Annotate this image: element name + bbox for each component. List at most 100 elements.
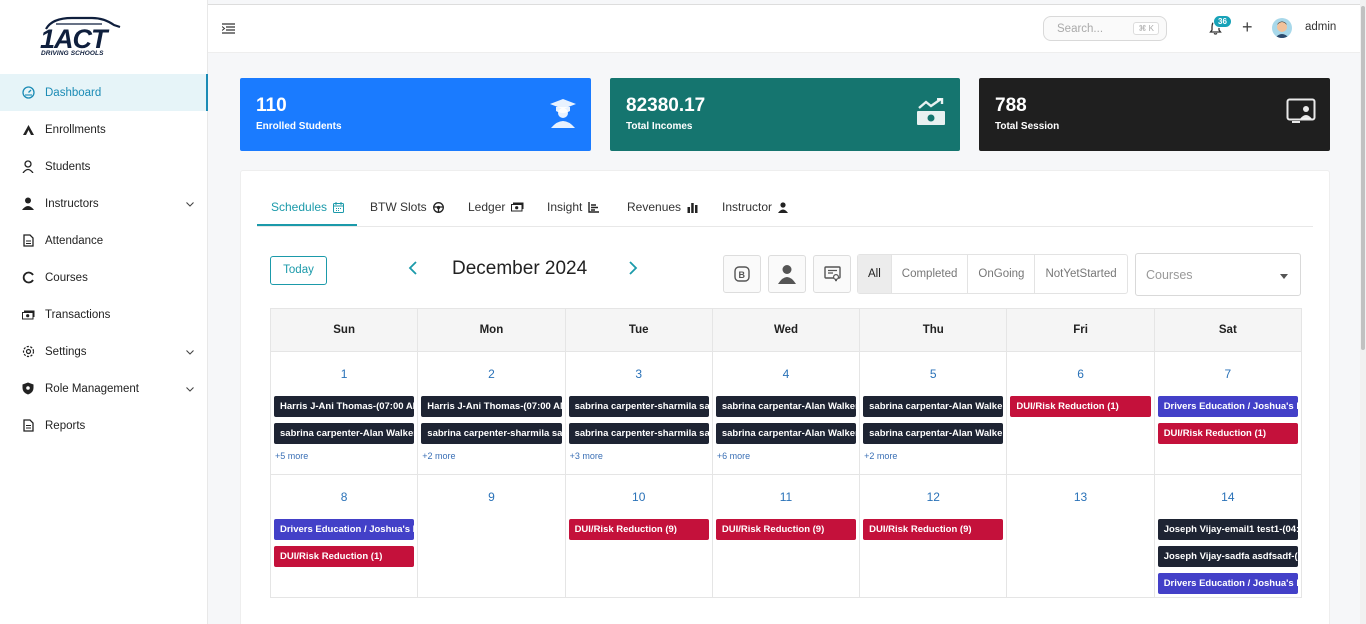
day-number[interactable]: 10 [566, 490, 712, 504]
calendar-day-cell[interactable]: 9 [418, 475, 566, 597]
calendar-event[interactable]: DUI/Risk Reduction (9) [568, 519, 709, 540]
calendar-event[interactable]: sabrina carpentar-Alan Walker- [863, 396, 1004, 417]
tab-ledger[interactable]: Ledger [468, 200, 524, 214]
calendar-event[interactable]: Drivers Education / Joshua's Law [274, 519, 415, 540]
sidebar-item-dashboard[interactable]: Dashboard [0, 74, 208, 111]
calendar-day-cell[interactable]: 7 Drivers Education / Joshua's Law DUI/Ris… [1155, 352, 1302, 474]
sidebar-item-settings[interactable]: Settings [0, 333, 208, 370]
avatar[interactable] [1272, 18, 1292, 38]
calendar-day-cell[interactable]: 14 Joseph Vijay-email1 test1-(04:00 Joseph… [1155, 475, 1302, 597]
tab-bar: Schedules BTW Slots Ledger Insight Reven… [257, 189, 1313, 227]
calendar-event[interactable]: sabrina carpenter-Alan Walker- [274, 423, 415, 444]
instructor-view-button[interactable] [768, 255, 806, 293]
calendar-event[interactable]: DUI/Risk Reduction (1) [1010, 396, 1151, 417]
stat-card-total-incomes: 82380.17 Total Incomes [610, 78, 960, 151]
logo[interactable]: 1ACT DRIVING SCHOOLS [36, 14, 124, 60]
calendar-day-cell[interactable]: 11 DUI/Risk Reduction (9) [713, 475, 861, 597]
calendar-day-cell[interactable]: 2 Harris J-Ani Thomas-(07:00 AM sabrina ca… [418, 352, 566, 474]
sidebar-item-courses[interactable]: Courses [0, 259, 208, 296]
day-number[interactable]: 2 [418, 367, 564, 381]
sidebar-item-students[interactable]: Students [0, 148, 208, 185]
btw-view-button[interactable]: B [723, 255, 761, 293]
calendar-event[interactable]: Harris J-Ani Thomas-(07:00 AM [274, 396, 415, 417]
day-number[interactable]: 4 [713, 367, 859, 381]
day-number[interactable]: 5 [860, 367, 1006, 381]
more-events-link[interactable]: +2 more [864, 451, 897, 461]
tab-schedules[interactable]: Schedules [271, 200, 345, 214]
calendar-event[interactable]: sabrina carpentar-Alan Walker- [863, 423, 1004, 444]
sidebar-item-attendance[interactable]: Attendance [0, 222, 208, 259]
calendar-day-cell[interactable]: 4 sabrina carpentar-Alan Walker-sabrina c… [713, 352, 861, 474]
filter-ongoing[interactable]: OnGoing [968, 255, 1036, 293]
calendar-day-cell[interactable]: 12 DUI/Risk Reduction (9) [860, 475, 1008, 597]
calendar-event[interactable]: sabrina carpenter-sharmila sath [568, 396, 709, 417]
sidebar-item-instructors[interactable]: Instructors [0, 185, 208, 222]
day-number[interactable]: 1 [271, 367, 417, 381]
sidebar-item-label: Transactions [45, 308, 111, 321]
tab-insight[interactable]: Insight [547, 200, 600, 214]
calendar-event[interactable]: Drivers Education / Joshua's Law [1157, 573, 1298, 594]
filter-completed[interactable]: Completed [892, 255, 969, 293]
tab-btw-slots[interactable]: BTW Slots [370, 200, 444, 214]
day-number[interactable]: 14 [1155, 490, 1301, 504]
calendar-event[interactable]: DUI/Risk Reduction (1) [1157, 423, 1298, 444]
sidebar-item-role-management[interactable]: Role Management [0, 370, 208, 407]
calendar-event[interactable]: Drivers Education / Joshua's Law [1157, 396, 1298, 417]
calendar-event[interactable]: sabrina carpentar-Alan Walker- [715, 396, 857, 417]
certificate-view-button[interactable] [813, 255, 851, 293]
page-scrollbar[interactable] [1360, 0, 1366, 624]
calendar-day-cell[interactable]: 3 sabrina carpenter-sharmila sath sabrina … [566, 352, 713, 474]
sidebar-item-label: Settings [45, 345, 87, 358]
menu-toggle-icon[interactable] [222, 23, 235, 34]
user-name[interactable]: admin [1305, 21, 1336, 33]
calendar-event[interactable]: sabrina carpentar-Alan Walker- [715, 423, 857, 444]
sidebar-item-transactions[interactable]: Transactions [0, 296, 208, 333]
calendar-event[interactable]: DUI/Risk Reduction (9) [715, 519, 857, 540]
day-number[interactable]: 12 [860, 490, 1006, 504]
tab-instructor[interactable]: Instructor [722, 200, 789, 214]
today-button[interactable]: Today [270, 256, 327, 285]
calendar-event[interactable]: Harris J-Ani Thomas-(07:00 AM [421, 396, 562, 417]
chevron-down-icon[interactable] [186, 346, 194, 358]
calendar-day-cell[interactable]: 13 [1007, 475, 1155, 597]
calendar-day-cell[interactable]: 8 Drivers Education / Joshua's Law DUI/Ris… [271, 475, 419, 597]
tab-revenues[interactable]: Revenues [627, 200, 698, 214]
calendar-event[interactable]: Joseph Vijay-sadfa asdfsadf-(0 [1157, 546, 1298, 567]
dashboard-icon [21, 86, 35, 100]
calendar-event[interactable]: sabrina carpenter-sharmila sath [568, 423, 709, 444]
calendar-event[interactable]: sabrina carpenter-sharmila sath [421, 423, 562, 444]
more-events-link[interactable]: +3 more [570, 451, 603, 461]
calendar-day-cell[interactable]: 6 DUI/Risk Reduction (1) [1007, 352, 1155, 474]
scrollbar-thumb[interactable] [1361, 6, 1365, 350]
day-number[interactable]: 6 [1007, 367, 1153, 381]
search-input[interactable]: Search... ⌘ K [1043, 16, 1167, 41]
calendar-event[interactable]: DUI/Risk Reduction (9) [863, 519, 1004, 540]
day-number[interactable]: 7 [1155, 367, 1301, 381]
add-icon[interactable]: + [1242, 17, 1253, 38]
calendar-event[interactable]: DUI/Risk Reduction (1) [274, 546, 415, 567]
day-number[interactable]: 3 [566, 367, 712, 381]
sidebar-item-enrollments[interactable]: Enrollments [0, 111, 208, 148]
bar-chart-icon [687, 202, 698, 213]
courses-select[interactable]: Courses [1135, 253, 1301, 296]
calendar-day-cell[interactable]: 1 Harris J-Ani Thomas-(07:00 AM sabrina ca… [271, 352, 419, 474]
filter-all[interactable]: All [858, 255, 892, 293]
day-number[interactable]: 11 [713, 490, 859, 504]
day-number[interactable]: 8 [271, 490, 417, 504]
calendar-week-row: 1 Harris J-Ani Thomas-(07:00 AM sabrina ca… [270, 352, 1302, 475]
filter-notyetstarted[interactable]: NotYetStarted [1035, 255, 1126, 293]
more-events-link[interactable]: +2 more [422, 451, 455, 461]
calendar-day-cell[interactable]: 10 DUI/Risk Reduction (9) [566, 475, 713, 597]
chevron-left-icon[interactable] [408, 261, 418, 275]
more-events-link[interactable]: +6 more [717, 451, 750, 461]
day-number[interactable]: 9 [418, 490, 564, 504]
sidebar-item-label: Enrollments [45, 123, 106, 136]
chevron-right-icon[interactable] [628, 261, 638, 275]
calendar-event[interactable]: Joseph Vijay-email1 test1-(04:00 [1157, 519, 1298, 540]
calendar-day-cell[interactable]: 5 sabrina carpentar-Alan Walker-sabrina c… [860, 352, 1008, 474]
chevron-down-icon[interactable] [186, 383, 194, 395]
chevron-down-icon[interactable] [186, 198, 194, 210]
sidebar-item-reports[interactable]: Reports [0, 407, 208, 444]
day-number[interactable]: 13 [1007, 490, 1153, 504]
more-events-link[interactable]: +5 more [275, 451, 308, 461]
